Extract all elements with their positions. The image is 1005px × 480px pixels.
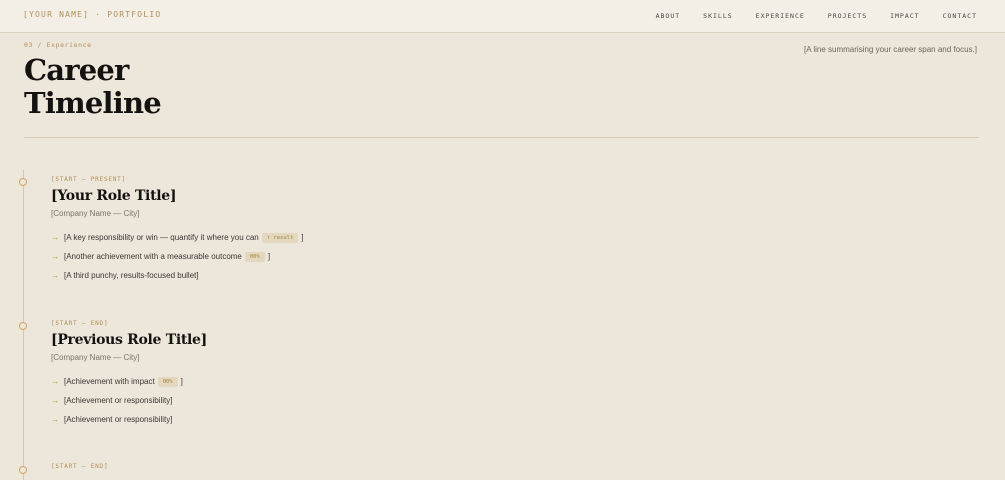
nav-impact[interactable]: IMPACT <box>890 12 919 20</box>
entry-bullets: → [A key responsibility or win — quantif… <box>51 228 304 285</box>
arrow-icon: → <box>51 233 59 242</box>
bullet-suffix: ] <box>267 252 271 261</box>
nav-contact[interactable]: CONTACT <box>943 12 977 20</box>
main-nav: ABOUT SKILLS EXPERIENCE PROJECTS IMPACT … <box>656 12 977 20</box>
entry-bullets: → [Achievement with impact 00% ] → [Achi… <box>51 372 183 429</box>
section-eyebrow: 03 / Experience <box>24 41 92 49</box>
bullet-text: [Achievement with impact <box>64 377 155 386</box>
list-item: → [A third punchy, results-focused bulle… <box>51 266 304 285</box>
result-tag: ↑ result <box>261 232 299 243</box>
timeline-node <box>19 322 27 330</box>
arrow-icon: → <box>51 271 59 280</box>
nav-experience[interactable]: EXPERIENCE <box>756 12 805 20</box>
page-title: Career Timeline <box>24 53 162 120</box>
bullet-suffix: ] <box>301 233 304 242</box>
nav-about[interactable]: ABOUT <box>656 12 681 20</box>
timeline-node <box>19 178 27 186</box>
entry-company: [Company Name — City] <box>51 353 140 362</box>
section-divider <box>24 137 979 138</box>
list-item: → [A key responsibility or win — quantif… <box>51 228 304 247</box>
brand-logo[interactable]: [YOUR NAME] · PORTFOLIO <box>23 10 161 19</box>
nav-skills[interactable]: SKILLS <box>703 12 732 20</box>
page-title-line-2: Timeline <box>24 86 162 120</box>
result-tag: 00% <box>157 376 178 387</box>
bullet-text: [A third punchy, results-focused bullet] <box>64 271 199 280</box>
bullet-suffix: ] <box>180 377 183 386</box>
arrow-icon: → <box>51 252 59 261</box>
career-summary: [A line summarising your career span and… <box>804 45 977 54</box>
top-nav-bar: [YOUR NAME] · PORTFOLIO ABOUT SKILLS EXP… <box>0 0 1005 33</box>
entry-company: [Company Name — City] <box>51 209 140 218</box>
nav-projects[interactable]: PROJECTS <box>828 12 867 20</box>
entry-role-title: [Previous Role Title] <box>51 332 207 348</box>
entry-period: [START – PRESENT] <box>51 176 127 183</box>
page-title-line-1: Career <box>24 53 129 87</box>
arrow-icon: → <box>51 377 59 386</box>
list-item: → [Achievement or responsibility] <box>51 391 183 410</box>
bullet-text: [A key responsibility or win — quantify … <box>64 233 259 242</box>
arrow-icon: → <box>51 396 59 405</box>
timeline-node <box>19 466 27 474</box>
entry-period: [START – END] <box>51 463 109 470</box>
entry-period: [START – END] <box>51 320 109 327</box>
arrow-icon: → <box>51 415 59 424</box>
list-item: → [Achievement or responsibility] <box>51 410 183 429</box>
bullet-text: [Achievement or responsibility] <box>64 396 173 405</box>
result-tag: 00% <box>244 251 265 262</box>
bullet-text: [Achievement or responsibility] <box>64 415 173 424</box>
list-item: → [Achievement with impact 00% ] <box>51 372 183 391</box>
list-item: → [Another achievement with a measurable… <box>51 247 304 266</box>
bullet-text: [Another achievement with a measurable o… <box>64 252 242 261</box>
entry-role-title: [Your Role Title] <box>51 188 177 204</box>
